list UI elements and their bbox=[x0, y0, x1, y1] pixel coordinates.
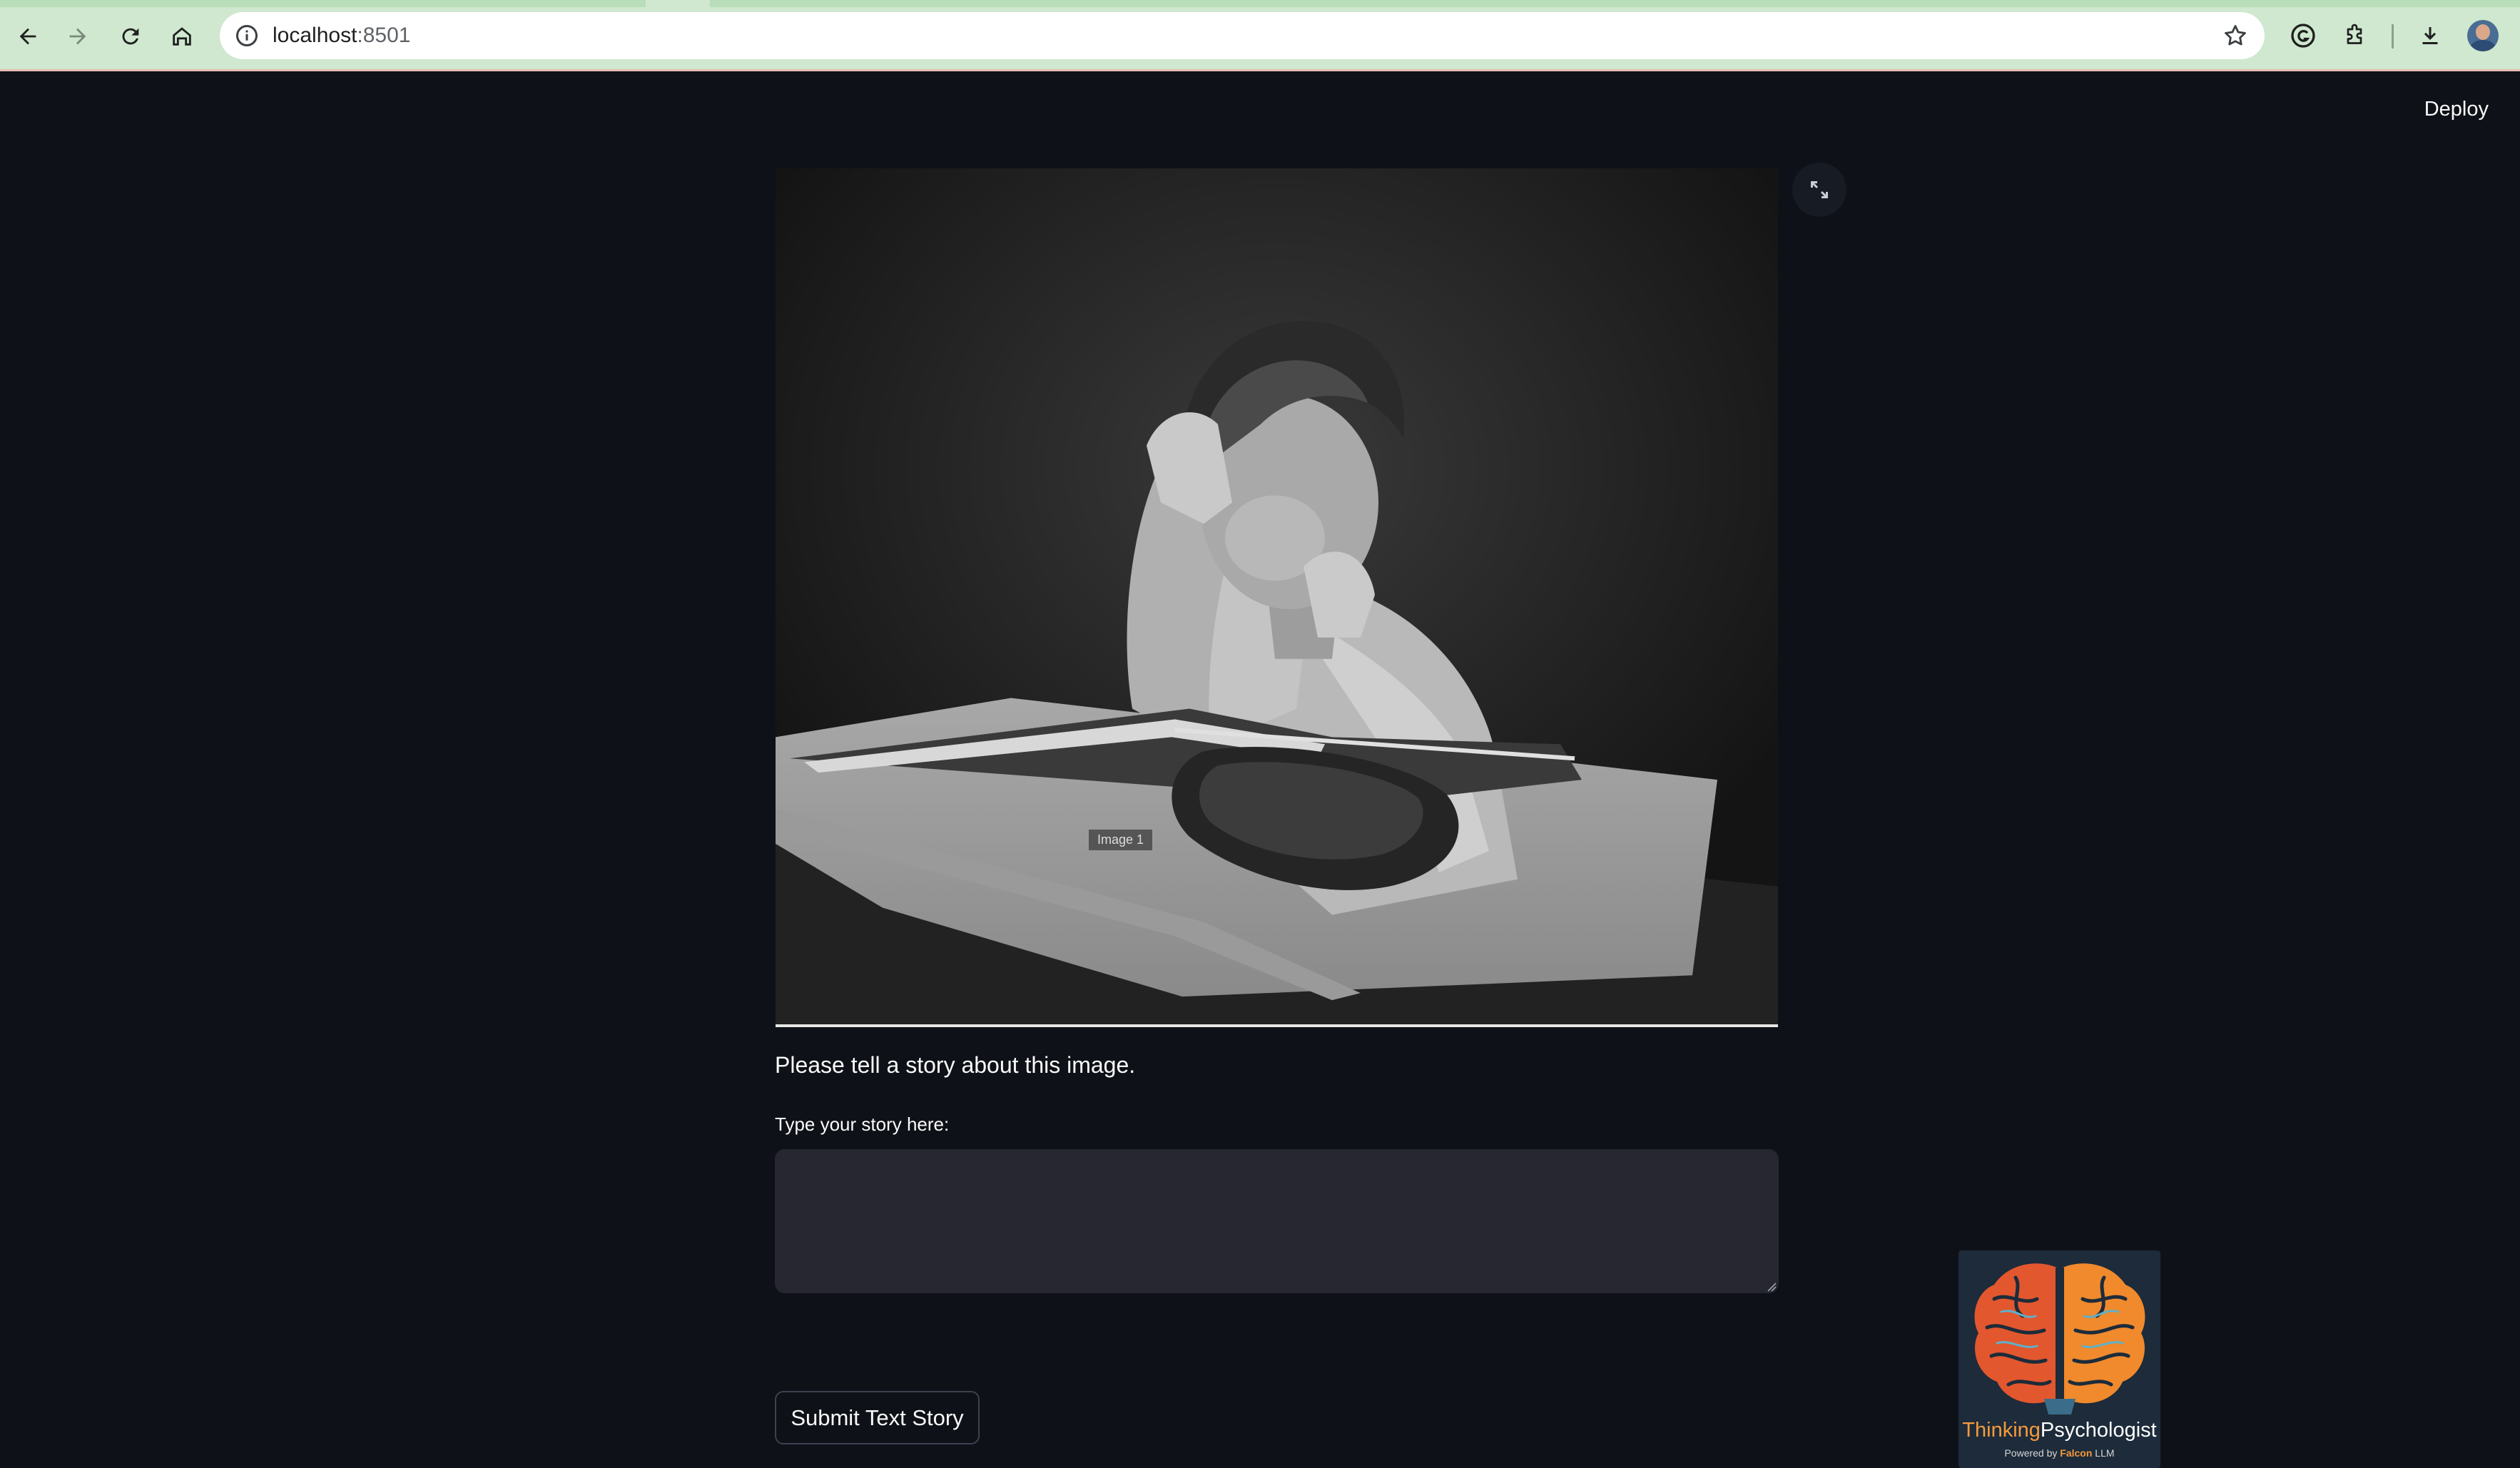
browser-toolbar: localhost:8501 bbox=[0, 0, 2520, 71]
bookmark-star-icon[interactable] bbox=[2222, 22, 2249, 49]
downloads-button[interactable] bbox=[2412, 17, 2449, 54]
home-button[interactable] bbox=[161, 16, 203, 57]
reload-icon bbox=[122, 28, 139, 45]
tab-strip bbox=[0, 0, 2520, 7]
story-input-label: Type your story here: bbox=[775, 1113, 950, 1135]
site-info-icon[interactable] bbox=[234, 23, 260, 49]
deploy-button[interactable]: Deploy bbox=[2419, 91, 2494, 128]
expand-icon bbox=[1811, 181, 1828, 198]
reload-button[interactable] bbox=[110, 16, 151, 57]
story-textarea[interactable] bbox=[775, 1149, 1779, 1293]
forward-button[interactable] bbox=[57, 16, 98, 57]
submit-story-button[interactable]: Submit Text Story bbox=[775, 1391, 980, 1444]
url-text: localhost:8501 bbox=[273, 24, 411, 47]
arrow-left-icon bbox=[19, 28, 36, 45]
grammarly-extension-button[interactable] bbox=[2285, 17, 2322, 54]
grammarly-icon bbox=[2291, 24, 2315, 48]
profile-avatar[interactable] bbox=[2467, 20, 2499, 51]
home-icon bbox=[173, 27, 191, 46]
arrow-right-icon bbox=[69, 28, 86, 45]
extensions-button[interactable] bbox=[2336, 17, 2373, 54]
address-bar[interactable]: localhost:8501 bbox=[220, 12, 2265, 59]
fullscreen-button[interactable] bbox=[1792, 163, 1846, 217]
resize-handle-icon[interactable] bbox=[1767, 1282, 1777, 1292]
brain-logo-icon bbox=[1974, 1263, 2145, 1415]
puzzle-icon bbox=[2347, 24, 2362, 44]
download-icon bbox=[2422, 27, 2438, 44]
logo-title: ThinkingPsychologist bbox=[1962, 1419, 2157, 1442]
story-image bbox=[776, 168, 1778, 1027]
thinking-psychologist-logo: ThinkingPsychologist Powered by Falcon L… bbox=[1958, 1250, 2160, 1468]
story-prompt: Please tell a story about this image. bbox=[775, 1052, 1136, 1078]
toolbar-divider bbox=[2392, 24, 2394, 49]
logo-powered-by: Powered by Falcon LLM bbox=[2004, 1447, 2115, 1459]
back-button[interactable] bbox=[7, 16, 49, 57]
image-caption: Image 1 bbox=[1089, 830, 1153, 850]
streamlit-app: Deploy Image 1 Please tell a story about… bbox=[0, 73, 2520, 1468]
boy-with-violin-photo bbox=[776, 168, 1778, 1024]
